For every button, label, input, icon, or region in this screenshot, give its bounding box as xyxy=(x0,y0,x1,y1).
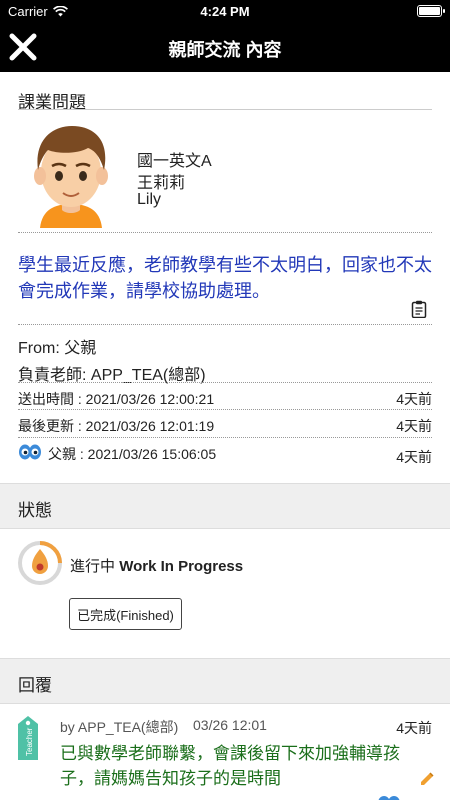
next-item-fragment xyxy=(376,790,436,800)
read-by: 父親 : 2021/03/26 15:06:05 xyxy=(48,446,217,462)
divider xyxy=(18,109,432,110)
tag-label: Teacher xyxy=(25,727,34,756)
divider xyxy=(18,409,432,410)
student-avatar xyxy=(34,126,108,228)
status-section-header: 狀態 xyxy=(0,483,450,529)
sent-time: 送出時間 : 2021/03/26 12:00:21 xyxy=(18,391,215,407)
status-state-en: Work In Progress xyxy=(119,558,244,575)
issue-message: 學生最近反應，老師教學有些不太明白，回家也不太會完成作業，請學校協助處理。 xyxy=(18,255,432,301)
class-name: 國一英文A xyxy=(137,153,212,170)
reply-section-header: 回覆 xyxy=(0,658,450,704)
status-section-title: 狀態 xyxy=(18,501,52,520)
reply-ago: 4天前 xyxy=(396,720,432,736)
updated-time: 最後更新 : 2021/03/26 12:01:19 xyxy=(18,418,215,434)
reply-text: 已與數學老師聯繫，會課後留下來加強輔導孩子，請媽媽告知孩子的是時間 xyxy=(60,744,400,788)
page-title: 親師交流 內容 xyxy=(168,40,282,60)
teacher-tag-icon: Teacher xyxy=(18,716,38,760)
in-progress-icon xyxy=(18,541,62,585)
from-label: From: 父親 xyxy=(18,340,97,357)
battery-fill xyxy=(419,7,440,15)
top-bar: Carrier 4:24 PM 親師交流 內容 xyxy=(0,0,450,72)
clipboard-icon[interactable] xyxy=(410,300,428,318)
reply-date: 03/26 12:01 xyxy=(193,717,267,733)
finished-button[interactable]: 已完成(Finished) xyxy=(69,598,182,630)
read-ago: 4天前 xyxy=(396,449,432,465)
student-english-name: Lily xyxy=(137,191,162,208)
sent-ago: 4天前 xyxy=(396,391,432,407)
divider xyxy=(18,437,432,438)
reply-section-title: 回覆 xyxy=(18,676,52,695)
divider xyxy=(18,324,432,325)
updated-ago: 4天前 xyxy=(396,418,432,434)
divider xyxy=(18,382,432,383)
status-label: 進行中 Work In Progress xyxy=(70,555,243,576)
status-bar: Carrier 4:24 PM xyxy=(0,0,450,22)
divider xyxy=(18,232,432,233)
status-state: 進行中 xyxy=(70,558,116,575)
read-eyes-icon xyxy=(19,444,41,460)
read-eyes-icon xyxy=(378,796,400,800)
clock: 4:24 PM xyxy=(200,4,250,19)
battery-icon xyxy=(417,5,445,17)
student-name: 王莉莉 xyxy=(137,175,186,192)
reply-author: by APP_TEA(總部) xyxy=(60,719,179,735)
pencil-icon[interactable] xyxy=(418,770,436,788)
nav-bar: 親師交流 內容 xyxy=(0,22,450,72)
